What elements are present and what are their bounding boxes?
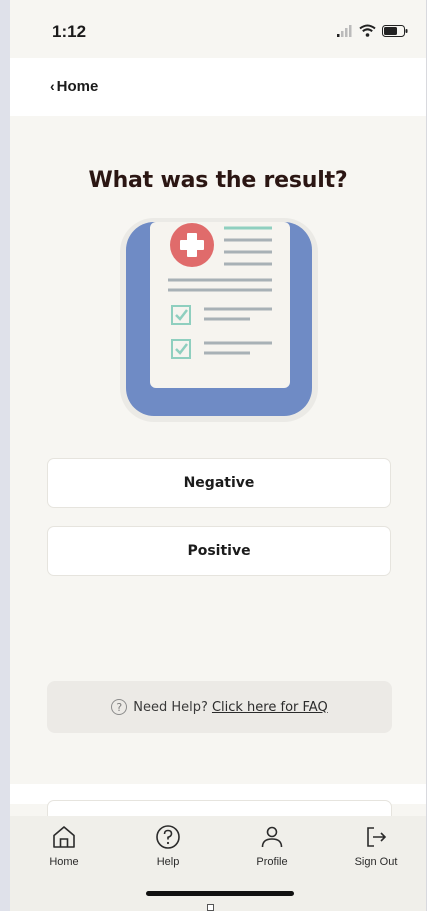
nav-bar: ‹ Home — [10, 58, 426, 116]
cellular-signal-icon — [337, 24, 352, 37]
faq-link[interactable]: Click here for FAQ — [212, 700, 328, 715]
status-time: 1:12 — [52, 22, 87, 41]
clipboard-illustration — [120, 218, 318, 422]
positive-button[interactable]: Positive — [47, 526, 391, 576]
back-button[interactable]: ‹ Home — [50, 78, 98, 95]
screen-edge — [0, 0, 10, 911]
status-icons — [337, 24, 408, 37]
wifi-icon — [359, 24, 376, 37]
chevron-left-icon: ‹ — [50, 78, 55, 94]
tab-profile-label: Profile — [256, 856, 288, 868]
negative-button[interactable]: Negative — [47, 458, 391, 508]
tab-sign-out[interactable]: Sign Out — [336, 824, 416, 868]
tab-home[interactable]: Home — [24, 824, 104, 868]
tab-bar: Home Help Profile Sign Out — [10, 816, 426, 911]
question-circle-icon: ? — [111, 699, 128, 715]
home-icon — [53, 826, 75, 848]
home-indicator — [146, 891, 294, 896]
page-title: What was the result? — [88, 168, 348, 193]
tab-sign-out-label: Sign Out — [354, 856, 398, 868]
back-label: Home — [56, 78, 99, 95]
tab-profile[interactable]: Profile — [232, 824, 312, 868]
help-text: Need Help? — [133, 699, 208, 715]
phone-screen: 1:12 ‹ Home What was the result? Negativ… — [10, 0, 426, 911]
status-bar: 1:12 — [10, 0, 426, 58]
sign-out-icon — [367, 827, 387, 847]
tab-help-label: Help — [156, 856, 180, 868]
help-banner: ? Need Help? Click here for FAQ — [47, 681, 392, 733]
tab-home-label: Home — [49, 856, 79, 868]
battery-icon — [382, 24, 408, 37]
person-icon — [261, 826, 283, 848]
help-circle-icon — [156, 825, 180, 849]
bottom-marker — [207, 904, 214, 911]
tab-help[interactable]: Help — [128, 824, 208, 868]
